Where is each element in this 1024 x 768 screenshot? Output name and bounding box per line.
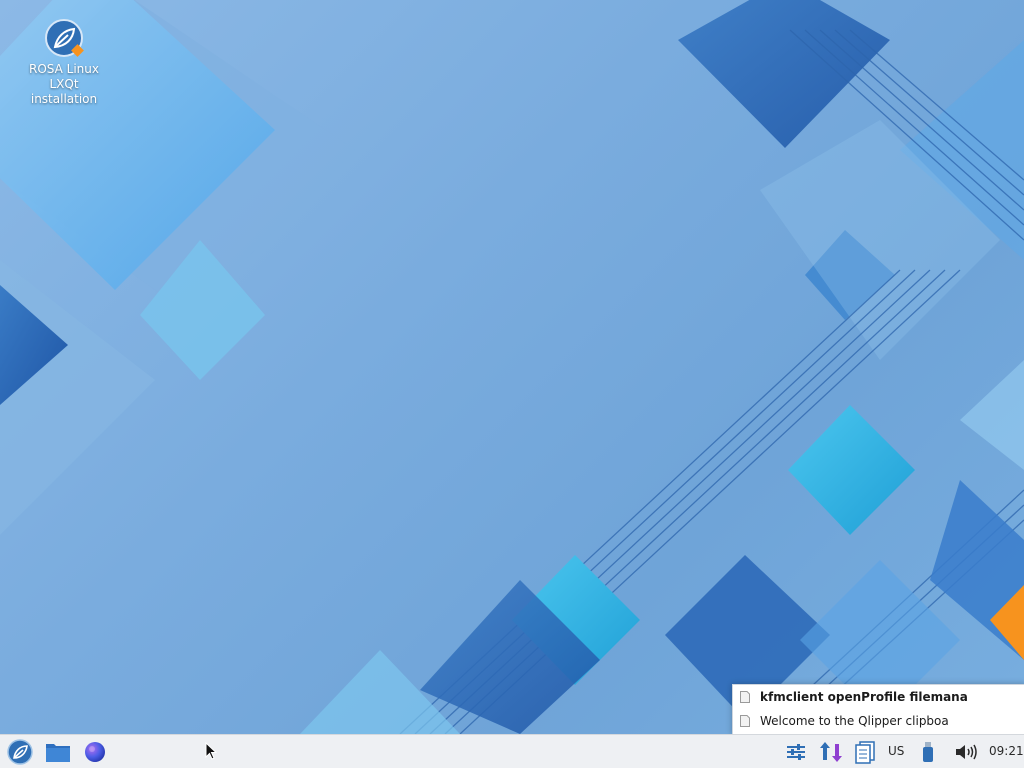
main-menu-icon [7, 739, 33, 765]
usb-drive-icon [923, 742, 933, 762]
main-menu-button[interactable] [5, 737, 35, 767]
volume-button[interactable] [951, 737, 981, 767]
network-updown-icon [820, 742, 842, 762]
document-icon [740, 691, 750, 703]
wallpaper [0, 0, 1024, 734]
keyboard-layout-indicator[interactable]: US [888, 744, 904, 758]
mouse-cursor [205, 742, 217, 760]
clipboard-item-text: kfmclient openProfile filemana [760, 690, 968, 704]
volume-icon [956, 744, 977, 760]
desktop-icon-label: ROSA Linux LXQt installation [29, 62, 99, 106]
clock[interactable]: 09:21 [989, 744, 1024, 758]
document-icon [740, 715, 750, 727]
clipboard-icon [855, 741, 875, 764]
network-button[interactable] [816, 737, 846, 767]
clipboard-item[interactable]: Welcome to the Qlipper clipboa [733, 709, 1024, 733]
file-manager-icon [46, 744, 70, 762]
removable-media-button[interactable] [913, 737, 943, 767]
clipboard-item[interactable]: kfmclient openProfile filemana [733, 685, 1024, 709]
desktop[interactable]: ROSA Linux LXQt installation [0, 0, 1024, 734]
taskbar: US 09:21 [0, 734, 1024, 768]
clipboard-item-text: Welcome to the Qlipper clipboa [760, 714, 949, 728]
qlipper-popup[interactable]: kfmclient openProfile filemana Welcome t… [732, 684, 1024, 735]
sliders-icon [787, 744, 805, 760]
web-browser-icon [85, 742, 105, 762]
settings-sliders-button[interactable] [781, 737, 811, 767]
clipboard-button[interactable] [850, 737, 880, 767]
rosa-installer-icon [44, 18, 84, 58]
file-manager-button[interactable] [43, 737, 73, 767]
web-browser-button[interactable] [80, 737, 110, 767]
desktop-icon-rosa-installer[interactable]: ROSA Linux LXQt installation [20, 18, 108, 107]
